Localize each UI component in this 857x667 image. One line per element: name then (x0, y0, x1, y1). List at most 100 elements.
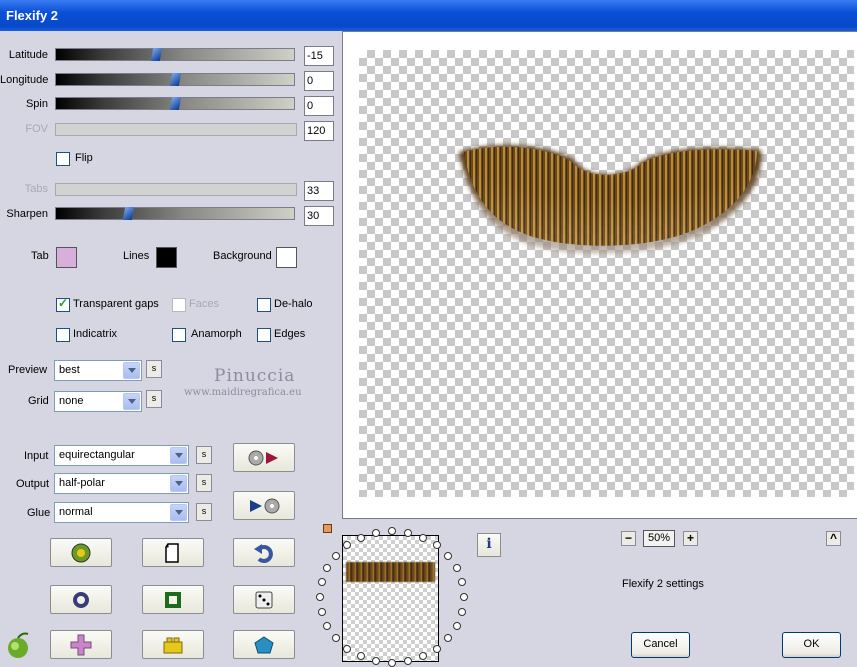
dial-dot[interactable] (419, 533, 428, 542)
de-halo-label: De-halo (274, 298, 313, 310)
latitude-input[interactable]: -15 (304, 46, 334, 66)
latitude-slider[interactable] (55, 48, 295, 61)
dial-dot[interactable] (404, 657, 413, 666)
dial-dot[interactable] (371, 528, 380, 537)
dial-dot[interactable] (316, 593, 324, 601)
dial-dot[interactable] (388, 527, 396, 535)
anamorph-checkbox[interactable] (172, 328, 186, 342)
flip-checkbox[interactable] (56, 152, 70, 166)
dial-dot[interactable] (388, 659, 396, 667)
dial-handle[interactable] (323, 524, 332, 533)
page-button[interactable] (142, 538, 204, 567)
glue-select[interactable]: normal (54, 502, 189, 523)
dial-dot[interactable] (458, 578, 467, 587)
dice-button[interactable] (233, 585, 295, 614)
cross-icon (70, 634, 92, 655)
dial-dot[interactable] (452, 621, 461, 630)
spin-input[interactable]: 0 (304, 96, 334, 116)
cancel-button[interactable]: Cancel (631, 632, 690, 658)
dial-dot[interactable] (331, 634, 340, 643)
sharpen-label: Sharpen (6, 208, 48, 220)
dial-dot[interactable] (323, 621, 332, 630)
longitude-slider[interactable] (55, 73, 295, 86)
output-s-button[interactable]: s (196, 474, 212, 492)
dial-dot[interactable] (317, 607, 326, 616)
longitude-thumb[interactable] (169, 73, 182, 86)
zoom-in-button[interactable]: + (683, 531, 698, 546)
apple-logo-icon (8, 632, 29, 658)
dial-dot[interactable] (444, 634, 453, 643)
faces-label: Faces (189, 298, 219, 310)
fov-slider (55, 123, 297, 136)
check-mark-icon: ✓ (58, 296, 69, 310)
de-halo-checkbox[interactable] (257, 298, 271, 312)
grid-select[interactable]: none (54, 391, 142, 412)
chevron-down-icon[interactable] (123, 393, 140, 410)
dial-dot[interactable] (444, 551, 453, 560)
indicatrix-checkbox[interactable] (56, 328, 70, 342)
thumbnail-view[interactable] (342, 535, 439, 662)
chevron-down-icon[interactable] (170, 475, 187, 492)
ring-button[interactable] (50, 585, 112, 614)
preview-s-button[interactable]: s (146, 360, 162, 378)
spin-slider[interactable] (55, 97, 295, 110)
chevron-down-icon[interactable] (170, 447, 187, 464)
ring-icon (73, 591, 89, 608)
page-icon (165, 542, 179, 563)
dial-dot[interactable] (432, 541, 441, 550)
info-button[interactable]: i (477, 533, 501, 557)
preview-area[interactable] (342, 31, 857, 519)
globe-button[interactable] (50, 538, 112, 567)
undo-button[interactable] (233, 538, 295, 567)
collapse-up-button[interactable]: ^ (826, 531, 841, 546)
grid-s-button[interactable]: s (146, 390, 162, 408)
ok-button[interactable]: OK (782, 632, 841, 658)
convert-to-input-button[interactable] (233, 491, 295, 520)
dial-dot[interactable] (432, 644, 441, 653)
tab-color-label: Tab (31, 250, 49, 262)
sharpen-input[interactable]: 30 (304, 206, 334, 226)
input-s-button[interactable]: s (196, 446, 212, 464)
preview-select[interactable]: best (54, 360, 142, 381)
chevron-down-icon[interactable] (170, 504, 187, 521)
lego-brick-button[interactable] (142, 630, 204, 659)
dial-dot[interactable] (371, 657, 380, 666)
dial-dot[interactable] (317, 578, 326, 587)
dial-dot[interactable] (452, 564, 461, 573)
tab-color-swatch[interactable] (56, 247, 77, 268)
dial-dot[interactable] (331, 551, 340, 560)
dial-dot[interactable] (356, 533, 365, 542)
pentagon-button[interactable] (233, 630, 295, 659)
zoom-out-button[interactable]: − (621, 531, 636, 546)
cross-button[interactable] (50, 630, 112, 659)
grid-value: none (59, 395, 84, 407)
transparent-gaps-checkbox[interactable]: ✓ (56, 296, 70, 312)
input-select[interactable]: equirectangular (54, 445, 189, 466)
longitude-input[interactable]: 0 (304, 71, 334, 91)
edges-checkbox[interactable] (257, 328, 271, 342)
glue-s-button[interactable]: s (196, 503, 212, 521)
watermark-url: www.maidiregrafica.eu (184, 387, 302, 398)
dial-dot[interactable] (343, 644, 352, 653)
window-title: Flexify 2 (6, 8, 59, 23)
sharpen-slider[interactable] (55, 207, 295, 220)
square-frame-button[interactable] (142, 585, 204, 614)
dial-dot[interactable] (458, 607, 467, 616)
dial-dot[interactable] (460, 593, 468, 601)
sharpen-thumb[interactable] (122, 207, 135, 220)
dial-dot[interactable] (323, 564, 332, 573)
lines-color-swatch[interactable] (156, 247, 177, 268)
dial-dot[interactable] (404, 528, 413, 537)
spin-thumb[interactable] (169, 97, 182, 110)
lego-brick-icon (163, 637, 183, 653)
convert-to-output-button[interactable] (233, 443, 295, 472)
fov-input: 120 (304, 121, 334, 141)
globe-icon (71, 543, 91, 562)
background-color-swatch[interactable] (276, 247, 297, 268)
edges-label: Edges (274, 328, 306, 340)
title-bar: Flexify 2 (0, 0, 857, 31)
chevron-down-icon[interactable] (123, 362, 140, 379)
latitude-thumb[interactable] (150, 48, 163, 61)
thumbnail-image (346, 562, 435, 582)
output-select[interactable]: half-polar (54, 473, 189, 494)
